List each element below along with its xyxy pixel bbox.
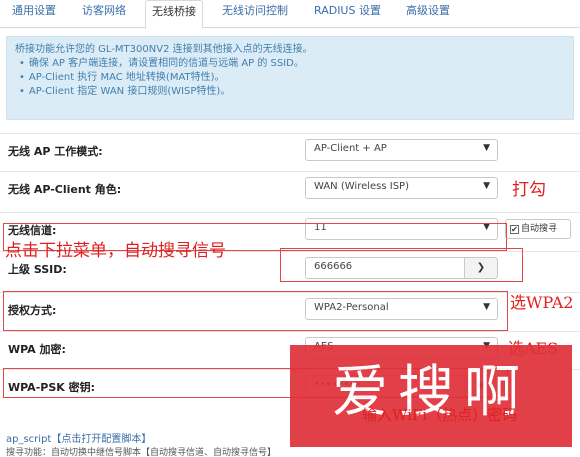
- info-panel: 桥接功能允许您的 GL-MT300NV2 连接到其他接入点的无线连接。 确保 A…: [6, 36, 574, 120]
- annotation-dropdown: 点击下拉菜单，自动搜寻信号: [5, 241, 226, 261]
- mode-select[interactable]: AP-Client + AP ▼: [305, 139, 498, 161]
- script-description: 搜寻功能：自动切换中继信号脚本【自动搜寻信道、自动搜寻信号】: [6, 448, 277, 457]
- auto-search-label: 自动搜寻: [521, 224, 558, 234]
- role-select[interactable]: WAN (Wireless ISP) ▼: [305, 177, 498, 199]
- tab-access-control[interactable]: 无线访问控制: [216, 0, 294, 28]
- caret-down-icon: ▼: [483, 143, 490, 153]
- tab-radius[interactable]: RADIUS 设置: [308, 0, 387, 28]
- role-label: 无线 AP-Client 角色:: [8, 183, 122, 196]
- info-bullet: 确保 AP 客户端连接，请设置相同的信道与远端 AP 的 SSID。: [29, 57, 565, 71]
- info-bullet: AP-Client 执行 MAC 地址转换(MAT特性)。: [29, 71, 565, 85]
- ssid-label: 上级 SSID:: [8, 263, 67, 276]
- encryption-label: WPA 加密:: [8, 343, 66, 356]
- annotation-password: 输入WiFi（热点）密码: [362, 406, 518, 424]
- annotation-wpa2: 选WPA2: [510, 293, 574, 312]
- info-intro: 桥接功能允许您的 GL-MT300NV2 连接到其他接入点的无线连接。: [15, 44, 313, 55]
- script-link[interactable]: ap_script【点击打开配置脚本】: [6, 430, 151, 445]
- checkbox-icon[interactable]: ✔: [510, 225, 519, 234]
- info-list: 确保 AP 客户端连接，请设置相同的信道与远端 AP 的 SSID。 AP-Cl…: [15, 57, 565, 99]
- tab-guest[interactable]: 访客网络: [76, 0, 132, 28]
- tab-general[interactable]: 通用设置: [6, 0, 62, 28]
- annotation-box-auth: [3, 291, 508, 331]
- info-bullet: AP-Client 指定 WAN 接口规则(WISP特性)。: [29, 85, 565, 99]
- watermark: 爱搜啊: [290, 345, 572, 447]
- tab-bar: 通用设置 访客网络 无线桥接 无线访问控制 RADIUS 设置 高级设置: [0, 0, 580, 29]
- auto-search-toggle[interactable]: ✔ 自动搜寻: [505, 219, 571, 239]
- tab-advanced[interactable]: 高级设置: [400, 0, 456, 28]
- mode-label: 无线 AP 工作模式:: [8, 145, 103, 158]
- role-value: WAN (Wireless ISP): [314, 181, 409, 192]
- annotation-check: 打勾: [512, 180, 546, 200]
- caret-down-icon: ▼: [483, 181, 490, 191]
- mode-value: AP-Client + AP: [314, 143, 387, 154]
- annotation-box-ssid: [280, 248, 523, 282]
- row-mode: 无线 AP 工作模式: AP-Client + AP ▼: [0, 133, 580, 167]
- row-role: 无线 AP-Client 角色: WAN (Wireless ISP) ▼: [0, 171, 580, 205]
- tab-bridge[interactable]: 无线桥接: [145, 0, 203, 29]
